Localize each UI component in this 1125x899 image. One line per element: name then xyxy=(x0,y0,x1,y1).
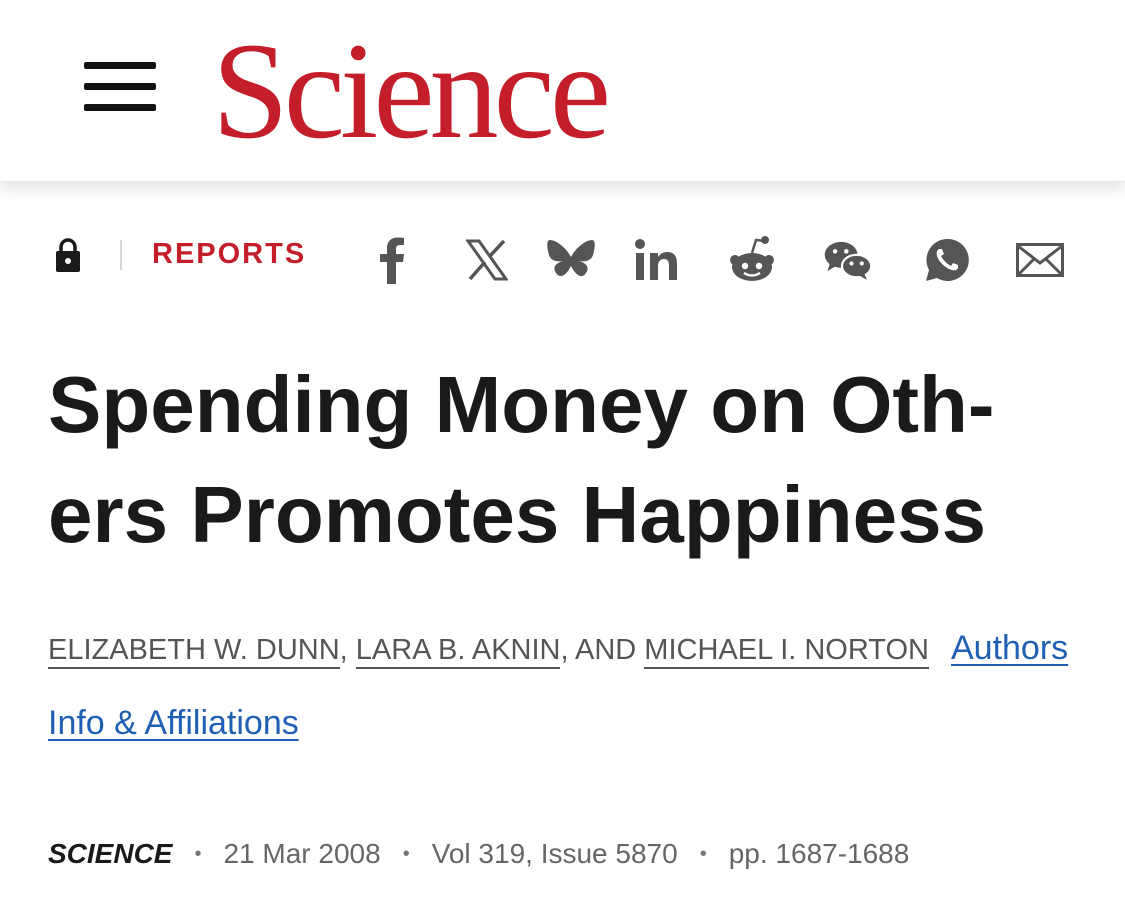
author-link[interactable]: MICHAEL I. NORTON xyxy=(644,634,929,669)
page-range: pp. 1687-1688 xyxy=(728,838,910,869)
lock-icon xyxy=(56,238,80,272)
menu-bar xyxy=(84,104,156,111)
volume-issue[interactable]: Vol 319, Issue 5870 xyxy=(432,838,678,869)
x-icon[interactable] xyxy=(462,234,512,286)
facebook-icon[interactable] xyxy=(367,234,417,286)
article-title: Spending Money on Oth-ers Promotes Happi… xyxy=(48,360,995,559)
citation-separator: • xyxy=(699,843,707,865)
journal-name[interactable]: SCIENCE xyxy=(48,838,172,869)
menu-bar xyxy=(84,83,156,90)
toolbar-divider xyxy=(120,240,122,270)
site-header: Science xyxy=(0,0,1125,182)
article-toolbar: REPORTS xyxy=(0,224,1125,294)
citation-line: SCIENCE • 21 Mar 2008 • Vol 319, Issue 5870 •… xyxy=(48,838,909,870)
section-label[interactable]: REPORTS xyxy=(152,238,306,271)
bluesky-icon[interactable] xyxy=(546,234,596,286)
author-link[interactable]: ELIZABETH W. DUNN xyxy=(48,634,340,669)
wechat-icon[interactable] xyxy=(823,234,873,286)
author-link[interactable]: LARA B. AKNIN xyxy=(355,634,561,669)
citation-separator: • xyxy=(402,843,410,865)
linkedin-icon[interactable] xyxy=(631,234,681,286)
menu-bar xyxy=(84,62,156,69)
author-separator: , AND xyxy=(560,634,645,666)
reddit-icon[interactable] xyxy=(727,234,777,286)
authors-info-link[interactable]: Authors xyxy=(951,629,1068,667)
whatsapp-icon[interactable] xyxy=(922,234,972,286)
publication-date: 21 Mar 2008 xyxy=(223,838,381,869)
author-list: ELIZABETH W. DUNN, LARA B. AKNIN, AND MI… xyxy=(48,626,1108,672)
email-icon[interactable] xyxy=(1015,234,1065,286)
info-affiliations-link[interactable]: Info & Affiliations xyxy=(48,704,299,743)
hamburger-menu-icon[interactable] xyxy=(84,62,156,112)
science-logo[interactable]: Science xyxy=(212,22,611,160)
author-separator: , xyxy=(339,634,356,666)
citation-separator: • xyxy=(194,843,202,865)
